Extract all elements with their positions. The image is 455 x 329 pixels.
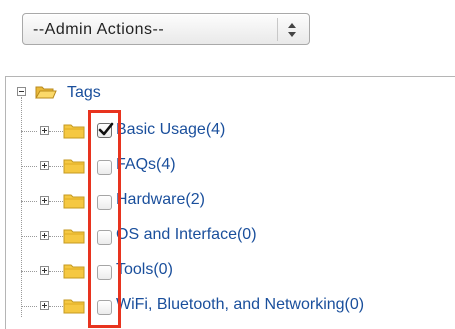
admin-actions-select[interactable]: --Admin Actions-- xyxy=(22,13,310,45)
up-down-arrows-icon xyxy=(288,23,296,37)
expand-item-icon[interactable] xyxy=(40,196,49,205)
tag-checkbox[interactable] xyxy=(97,300,112,315)
tree-item-label[interactable]: Tools(0) xyxy=(116,261,173,279)
folder-icon xyxy=(63,124,85,139)
tree-root-label[interactable]: Tags xyxy=(67,84,101,102)
folder-icon xyxy=(63,194,85,209)
expand-item-icon[interactable] xyxy=(40,266,49,275)
tag-checkbox[interactable] xyxy=(97,160,112,175)
expand-item-icon[interactable] xyxy=(40,126,49,135)
tree-item-label[interactable]: Hardware(2) xyxy=(116,191,205,209)
tree-item-label[interactable]: FAQs(4) xyxy=(116,156,176,174)
expand-item-icon[interactable] xyxy=(40,301,49,310)
select-divider xyxy=(277,18,278,41)
expand-item-icon[interactable] xyxy=(40,161,49,170)
tree-connector xyxy=(21,306,37,308)
tree-connector xyxy=(21,97,23,317)
expand-item-icon[interactable] xyxy=(40,231,49,240)
tree-connector xyxy=(21,131,37,133)
tree-item-label[interactable]: OS and Interface(0) xyxy=(116,226,257,244)
tree-connector xyxy=(21,201,37,203)
tag-checkbox[interactable] xyxy=(97,265,112,280)
tag-checkbox[interactable] xyxy=(97,230,112,245)
tree-connector xyxy=(21,166,37,168)
admin-actions-selected-value: --Admin Actions-- xyxy=(33,21,165,38)
folder-icon xyxy=(63,229,85,244)
tag-tree-screen: --Admin Actions-- Tags Basic Usage(4) FA… xyxy=(0,0,455,329)
tree-connector xyxy=(21,236,37,238)
tree-item-label[interactable]: Basic Usage(4) xyxy=(116,121,225,139)
folder-icon xyxy=(63,159,85,174)
collapse-root-icon[interactable] xyxy=(17,87,26,96)
checkmark-icon xyxy=(98,122,114,136)
tag-checkbox[interactable] xyxy=(97,122,114,138)
tree-item-label[interactable]: WiFi, Bluetooth, and Networking(0) xyxy=(116,296,364,314)
folder-icon xyxy=(63,299,85,314)
folder-icon xyxy=(63,264,85,279)
tree-connector xyxy=(21,271,37,273)
tag-checkbox[interactable] xyxy=(97,195,112,210)
open-folder-icon xyxy=(35,86,57,99)
